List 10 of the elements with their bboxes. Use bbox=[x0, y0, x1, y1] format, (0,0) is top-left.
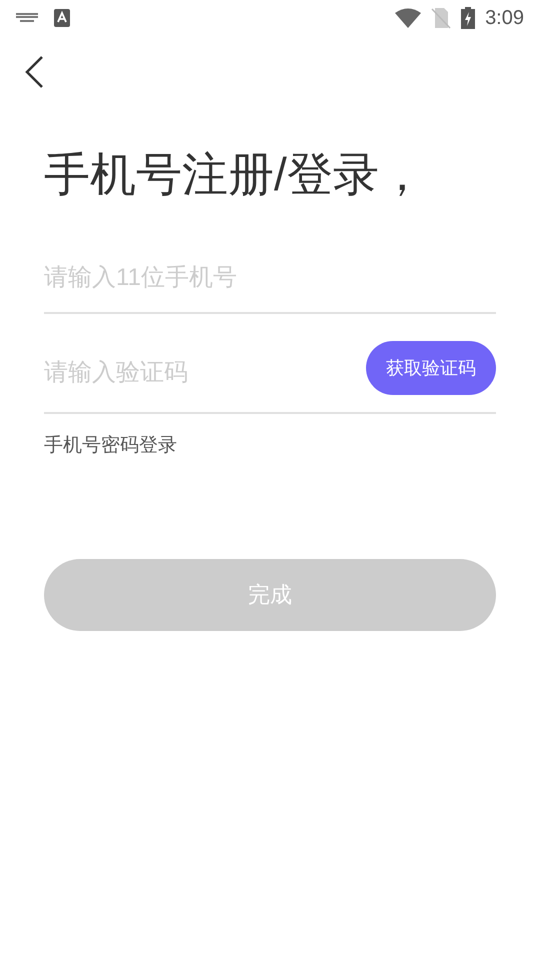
get-code-button[interactable]: 获取验证码 bbox=[366, 341, 496, 395]
battery-icon bbox=[461, 7, 476, 29]
page-title: 手机号注册/登录， bbox=[44, 147, 426, 202]
keyboard-icon bbox=[16, 13, 38, 23]
no-sim-icon bbox=[431, 7, 452, 29]
text-a-icon bbox=[54, 9, 70, 27]
password-login-link[interactable]: 手机号密码登录 bbox=[44, 432, 496, 460]
wifi-icon bbox=[395, 8, 422, 28]
back-icon[interactable] bbox=[24, 56, 44, 88]
clock-time: 3:09 bbox=[485, 6, 524, 31]
